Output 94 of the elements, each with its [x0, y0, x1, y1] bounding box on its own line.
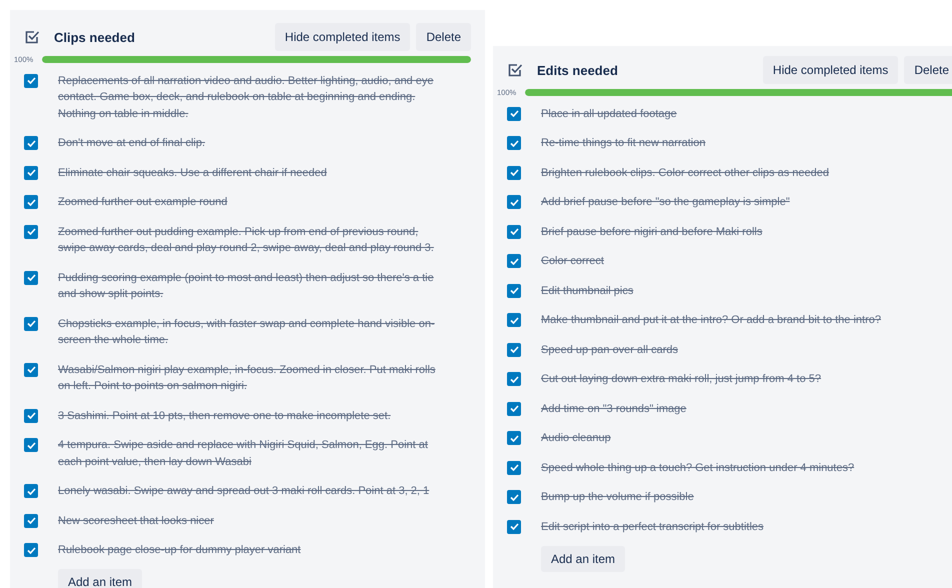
checkbox[interactable]: [507, 195, 521, 209]
checklist-item-text: Replacements of all narration video and audio. Better lighting, audio, and eye contact. Game box, deck, and rulebook on table at beginning and ending. Nothing on table in middle.: [58, 74, 434, 122]
checklist-item-text: Bump up the volume if possible: [541, 490, 695, 505]
checkmark-icon: [510, 405, 518, 412]
checkmark-icon: [510, 110, 518, 117]
delete-button[interactable]: Delete: [416, 23, 471, 51]
checklist-item-text: Edit thumbnail pics: [541, 284, 634, 298]
checklist-item-text: Edit script into a perfect transcript for subtitles: [541, 520, 765, 534]
checklist-item-text: Lonely wasabi. Swipe away and spread out 3 maki roll cards. Point at 3, 2, 1: [58, 484, 430, 499]
checklist-item-text: Zoomed further out example round: [58, 195, 228, 210]
checkbox[interactable]: [24, 270, 38, 284]
checkbox[interactable]: [507, 520, 521, 534]
checkbox[interactable]: [24, 408, 38, 422]
checkbox[interactable]: [24, 543, 38, 557]
checkmark-icon: [26, 412, 36, 419]
checkmark-icon: [510, 287, 518, 294]
checkmark-icon: [26, 198, 36, 206]
checkbox[interactable]: [507, 402, 521, 416]
checklist-title: Edits needed: [537, 62, 619, 78]
checklist-item-text: Make thumbnail and put it at the intro? Or add a brand bit to the intro?: [541, 313, 882, 328]
checklist-item-text: Pudding scoring example (point to most and least) then adjust so there's a tie and show split points.: [58, 270, 435, 302]
checkmark-icon: [26, 274, 36, 281]
checkmark-icon: [510, 464, 518, 471]
checklist-item-text: Cut out laying down extra maki roll, just jump from 4 to 5?: [541, 372, 822, 387]
checklist-item-text: Add brief pause before "so the gameplay is simple": [541, 195, 791, 210]
checklist-item-text: Chopsticks example, in focus, with faster swap and complete hand visible on-screen the whole time.: [58, 316, 436, 348]
checkbox[interactable]: [507, 313, 521, 327]
hide-completed-button[interactable]: Hide completed items: [762, 56, 898, 84]
checklist-item-text: New scoresheet that looks nicer: [58, 514, 215, 528]
checklist-item-text: Wasabi/Salmon nigiri play example, in-focus. Zoomed in closer. Put maki rolls on left. Point to points on salmon nigiri.: [58, 362, 436, 394]
checkbox[interactable]: [507, 136, 521, 150]
checkmark-icon: [510, 258, 518, 264]
checkbox[interactable]: [507, 166, 521, 180]
checkmark-icon: [26, 442, 36, 448]
checklist-item-text: Rulebook page close-up for dummy player variant: [58, 543, 302, 558]
checklist-item-text: Audio cleanup: [541, 431, 612, 446]
checkmark-icon: [510, 316, 518, 324]
checkbox[interactable]: [24, 166, 38, 180]
checkmark-icon: [510, 346, 518, 353]
checklist-title: Clips needed: [54, 30, 136, 44]
checkmark-icon: [26, 169, 36, 176]
checkbox[interactable]: [24, 484, 38, 498]
checklist-item-text: Eliminate chair squeaks. Use a different chair if needed: [58, 166, 328, 180]
checkbox[interactable]: [507, 224, 521, 238]
checkbox[interactable]: [24, 316, 38, 330]
checkmark-icon: [510, 523, 518, 530]
checklist-item-text: Re-time things to fit new narration: [541, 136, 706, 151]
add-item-button[interactable]: Add an item: [541, 546, 626, 572]
checkbox[interactable]: [507, 490, 521, 504]
checkmark-icon: [26, 140, 36, 146]
checkmark-icon: [26, 366, 36, 373]
checkmark-icon: [510, 140, 518, 146]
checkmark-icon: [26, 228, 36, 235]
checkmark-icon: [510, 494, 518, 500]
delete-button[interactable]: Delete: [904, 56, 952, 84]
checkbox[interactable]: [24, 224, 38, 238]
checklist-item-text: Zoomed further out pudding example. Pick up from end of previous round, swipe away cards, deal and play round 2, swipe away, deal and play round 3.: [58, 224, 435, 256]
checklist-item-text: Brief pause before nigiri and before Maki rolls: [541, 224, 764, 240]
checklist-item-text: Add time on "3 rounds" image: [541, 402, 688, 416]
checklist-icon: [24, 29, 40, 45]
checkmark-icon: [26, 320, 36, 327]
checklist-item-text: Speed up pan over all cards: [541, 342, 679, 358]
checkbox[interactable]: [507, 106, 521, 120]
add-item-button[interactable]: Add an item: [58, 569, 142, 588]
checkmark-icon: [510, 228, 518, 235]
checkbox[interactable]: [507, 460, 521, 474]
checkmark-icon: [26, 517, 36, 524]
checklist-item-text: Color correct: [541, 254, 605, 269]
checkbox[interactable]: [507, 372, 521, 386]
checkmark-icon: [26, 488, 36, 494]
checkmark-icon: [510, 434, 518, 442]
checkbox[interactable]: [24, 362, 38, 376]
checkbox[interactable]: [507, 342, 521, 356]
checklist-item-text: Don't move at end of final clip.: [58, 136, 206, 151]
checkbox[interactable]: [507, 284, 521, 298]
checklist-icon: [507, 62, 523, 78]
checklist-item-text: Speed whole thing up a touch? Get instruction under 4 minutes?: [541, 460, 856, 476]
checkmark-icon: [510, 169, 518, 176]
checkmark-icon: [510, 198, 518, 206]
checklist-item-text: Brighten rulebook clips. Color correct other clips as needed: [541, 166, 830, 180]
checkbox[interactable]: [24, 438, 38, 452]
checklist-item-text: 3 Sashimi. Point at 10 pts, then remove one to make incomplete set.: [58, 408, 392, 424]
checklist-item-text: 4 tempura. Swipe aside and replace with Nigiri Squid, Salmon, Egg. Point at each point value, then lay down Wasabi: [58, 438, 429, 470]
checkbox[interactable]: [24, 74, 38, 88]
checkmark-icon: [510, 376, 518, 382]
checkbox[interactable]: [507, 254, 521, 268]
checkbox[interactable]: [24, 195, 38, 209]
hide-completed-button[interactable]: Hide completed items: [274, 23, 410, 51]
checkbox[interactable]: [24, 514, 38, 528]
checkmark-icon: [26, 77, 36, 84]
checkmark-icon: [26, 546, 36, 554]
checkbox[interactable]: [24, 136, 38, 150]
checklist-item-text: Place in all updated footage: [541, 106, 678, 122]
checkbox[interactable]: [507, 431, 521, 445]
